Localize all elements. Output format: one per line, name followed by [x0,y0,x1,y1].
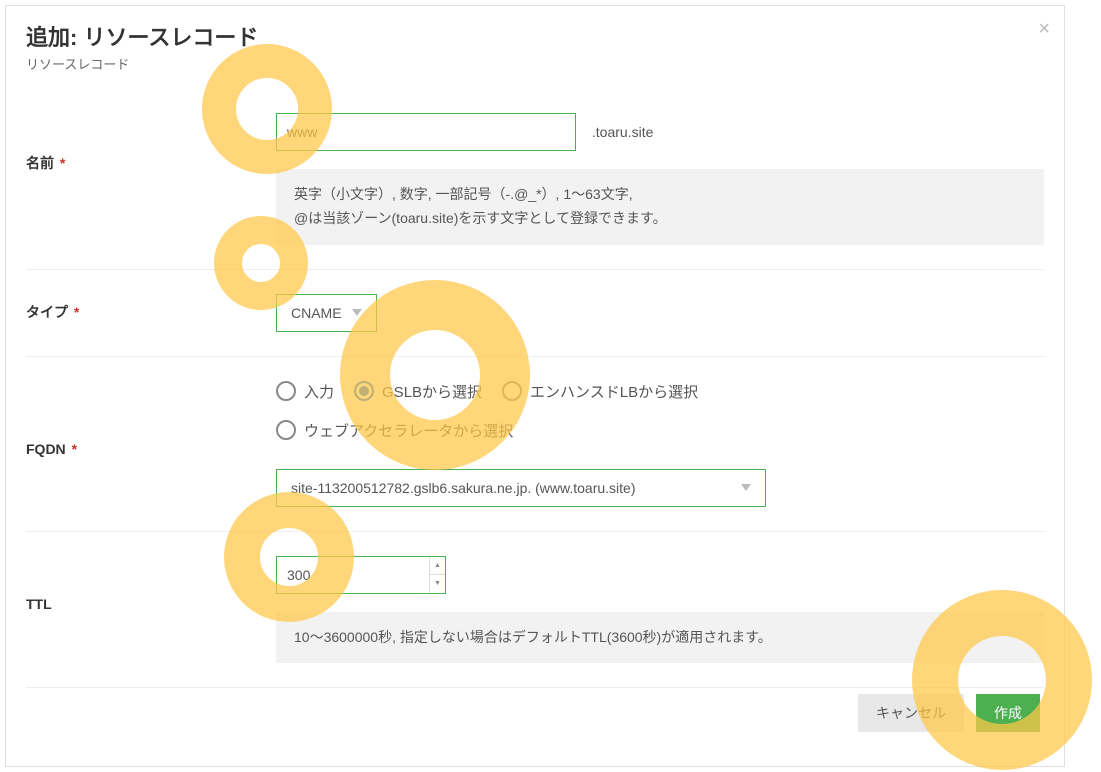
create-button[interactable]: 作成 [976,694,1040,732]
required-mark: * [72,441,77,457]
label-fqdn: FQDN * [26,381,276,457]
type-select[interactable]: CNAME [276,294,377,332]
label-name: 名前 * [26,113,276,173]
spinner-down-icon[interactable]: ▼ [430,575,445,593]
required-mark: * [60,155,65,171]
ttl-spinner: ▲ ▼ [429,557,445,593]
spinner-up-icon[interactable]: ▲ [430,557,445,576]
radio-label: エンハンスドLBから選択 [530,381,698,402]
name-input-line: .toaru.site [276,113,1044,151]
name-hint-line1: 英字（小文字）, 数字, 一部記号（-.@_*）, 1〜63文字, [294,183,1026,207]
label-name-text: 名前 [26,155,54,171]
ttl-input[interactable] [277,559,429,591]
radio-label: ウェブアクセラレータから選択 [304,420,513,441]
label-type-text: タイプ [26,304,68,320]
content-name: .toaru.site 英字（小文字）, 数字, 一部記号（-.@_*）, 1〜… [276,113,1044,245]
radio-gslb[interactable]: GSLBから選択 [354,381,482,402]
dialog-header: 追加: リソースレコード リソースレコード × [6,6,1064,79]
fqdn-select-value: site-113200512782.gslb6.sakura.ne.jp. (w… [291,480,636,496]
radio-label: 入力 [304,381,334,402]
label-type: タイプ * [26,294,276,322]
content-fqdn: 入力 GSLBから選択 エンハンスドLBから選択 ウェブアクセラレータから選択 [276,381,1044,507]
chevron-down-icon [352,309,362,316]
label-ttl-text: TTL [26,596,52,612]
add-resource-record-dialog: 追加: リソースレコード リソースレコード × 名前 * .toaru.site… [5,5,1065,767]
required-mark: * [74,304,79,320]
radio-icon [502,381,522,401]
radio-web-accelerator[interactable]: ウェブアクセラレータから選択 [276,420,1044,441]
radio-icon [354,381,374,401]
radio-input[interactable]: 入力 [276,381,334,402]
ttl-hint: 10〜3600000秒, 指定しない場合はデフォルトTTL(3600秒)が適用さ… [276,612,1044,664]
fqdn-select[interactable]: site-113200512782.gslb6.sakura.ne.jp. (w… [276,469,766,507]
name-hint: 英字（小文字）, 数字, 一部記号（-.@_*）, 1〜63文字, @は当該ゾー… [276,169,1044,245]
close-icon[interactable]: × [1038,18,1050,41]
dialog-subtitle: リソースレコード [26,54,1044,73]
radio-enhanced-lb[interactable]: エンハンスドLBから選択 [502,381,698,402]
content-ttl: ▲ ▼ 10〜3600000秒, 指定しない場合はデフォルトTTL(3600秒)… [276,556,1044,664]
radio-label: GSLBから選択 [382,381,482,402]
domain-suffix: .toaru.site [592,124,653,140]
dialog-title: 追加: リソースレコード [26,20,1044,52]
row-fqdn: FQDN * 入力 GSLBから選択 エンハンスドLBから選択 [26,357,1044,532]
radio-icon [276,381,296,401]
chevron-down-icon [741,484,751,491]
label-fqdn-text: FQDN [26,441,66,457]
cancel-button[interactable]: キャンセル [858,694,964,732]
fqdn-source-radio-group: 入力 GSLBから選択 エンハンスドLBから選択 ウェブアクセラレータから選択 [276,381,1044,441]
row-type: タイプ * CNAME [26,270,1044,357]
form-body: 名前 * .toaru.site 英字（小文字）, 数字, 一部記号（-.@_*… [6,79,1064,766]
label-ttl: TTL [26,556,276,612]
row-name: 名前 * .toaru.site 英字（小文字）, 数字, 一部記号（-.@_*… [26,89,1044,270]
radio-icon [276,420,296,440]
name-input[interactable] [276,113,576,151]
row-ttl: TTL ▲ ▼ 10〜3600000秒, 指定しない場合はデフォルトTTL(36… [26,532,1044,689]
ttl-input-wrapper: ▲ ▼ [276,556,446,594]
type-select-value: CNAME [291,305,342,321]
content-type: CNAME [276,294,1044,332]
dialog-footer: キャンセル 作成 [26,688,1044,746]
name-hint-line2: @は当該ゾーン(toaru.site)を示す文字として登録できます。 [294,207,1026,231]
